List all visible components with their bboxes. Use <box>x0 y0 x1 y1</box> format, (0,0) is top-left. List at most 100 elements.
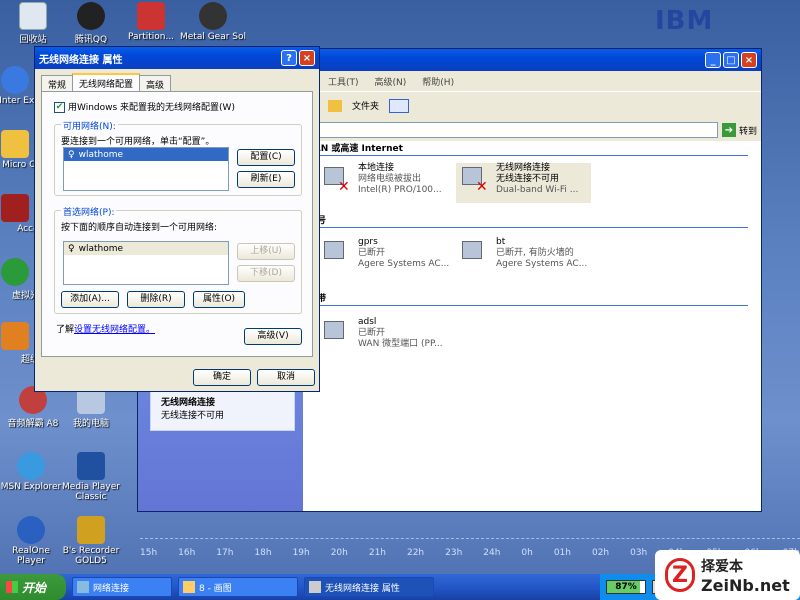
task-wireless-properties[interactable]: 无线网络连接 属性 <box>304 577 434 597</box>
recycle-bin-icon <box>19 2 47 30</box>
conn-name: gprs <box>358 237 378 247</box>
desktop-icon-bs-recorder[interactable]: B's Recorder GOLD5 <box>58 516 124 566</box>
menu-advanced[interactable]: 高级(N) <box>375 75 407 88</box>
preferred-hint: 按下面的顺序自动连接到一个可用网络: <box>61 223 218 233</box>
dialog-title: 无线网络连接 属性 <box>39 54 123 66</box>
partition-icon <box>137 2 165 30</box>
connection-wireless[interactable]: ✕ 无线网络连接 无线连接不可用 Dual-band Wi-Fi ... <box>456 163 591 203</box>
connection-bt[interactable]: bt 已断开, 有防火墙的 Agere Systems AC... <box>456 237 716 277</box>
list-item[interactable]: ♀ wlathome <box>64 148 228 161</box>
close-button[interactable]: × <box>741 52 757 68</box>
refresh-button[interactable]: 刷新(E) <box>237 171 295 188</box>
desktop-icon-qq[interactable]: 腾讯QQ <box>58 2 124 45</box>
list-item[interactable]: ♀ wlathome <box>64 242 228 255</box>
configure-button[interactable]: 配置(C) <box>237 149 295 166</box>
task-network-connections[interactable]: 网络连接 <box>72 577 172 597</box>
timeline-line <box>140 538 800 539</box>
cancel-button[interactable]: 取消 <box>257 369 315 386</box>
learn-more-link[interactable]: 设置无线网络配置。 <box>74 325 155 335</box>
available-network-list[interactable]: ♀ wlathome <box>63 147 229 191</box>
group-lan: LAN 或高速 Internet <box>308 141 748 156</box>
remove-button[interactable]: 删除(R) <box>127 291 185 308</box>
desktop-icon-partition[interactable]: Partition... <box>118 2 184 42</box>
wireless-antenna-icon: ♀ <box>68 243 75 254</box>
timeline-tick: 24h <box>483 548 501 558</box>
desktop-icon-realone[interactable]: RealOne Player <box>0 516 64 566</box>
metal-gear-icon <box>199 2 227 30</box>
menu-help[interactable]: 帮助(H) <box>422 75 454 88</box>
ie-icon <box>1 66 29 94</box>
add-button[interactable]: 添加(A)... <box>61 291 119 308</box>
broadband-icon <box>318 317 352 351</box>
conn-name: 无线网络连接 <box>496 163 551 173</box>
conn-device: WAN 微型端口 (PP... <box>358 339 443 349</box>
timeline-tick: 22h <box>406 548 425 558</box>
details-title: 无线网络连接 <box>161 398 216 408</box>
timeline-tick: 19h <box>292 548 310 558</box>
timeline-tick: 0h <box>521 548 533 558</box>
dialog-titlebar[interactable]: 无线网络连接 属性 ? × <box>35 47 319 69</box>
ok-button[interactable]: 确定 <box>193 369 251 386</box>
outlook-icon <box>1 130 29 158</box>
maximize-button[interactable]: □ <box>723 52 739 68</box>
conn-name: bt <box>496 237 506 247</box>
virtual-drive-icon <box>1 258 29 286</box>
dialog-close-button[interactable]: × <box>299 50 315 66</box>
access-icon <box>1 194 29 222</box>
conn-device: Intel(R) PRO/100... <box>358 185 442 195</box>
conn-status: 已断开 <box>358 328 386 338</box>
preferred-network-list[interactable]: ♀ wlathome <box>63 241 229 285</box>
realone-icon <box>17 516 45 544</box>
msn-butterfly-icon <box>17 452 45 480</box>
move-up-button[interactable]: 上移(U) <box>237 243 295 260</box>
wireless-properties-dialog: 无线网络连接 属性 ? × 常规 无线网络配置 高级 ✔ 用Windows 来配置… <box>34 46 320 392</box>
timeline-tick: 03h <box>630 548 648 558</box>
use-windows-row[interactable]: ✔ 用Windows 来配置我的无线网络配置(W) <box>54 100 235 113</box>
dialup-firewall-icon <box>456 237 490 271</box>
group-dialup: 拨号 <box>308 213 748 228</box>
task-paint[interactable]: 8 - 画图 <box>178 577 298 597</box>
use-windows-checkbox[interactable]: ✔ <box>54 102 65 113</box>
timeline-tick: 01h <box>553 548 571 558</box>
paint-icon <box>183 581 195 593</box>
properties-button[interactable]: 属性(O) <box>193 291 245 308</box>
wireless-config-panel: ✔ 用Windows 来配置我的无线网络配置(W) 可用网络(N): 要连接到一个… <box>41 91 313 357</box>
wireless-antenna-icon: ♀ <box>68 149 75 160</box>
learn-more-row: 了解设置无线网络配置。 <box>56 325 156 335</box>
desktop-icon-recycle-bin[interactable]: 回收站 <box>0 2 66 45</box>
available-legend: 可用网络(N): <box>61 119 118 132</box>
desktop-icon-audio-a8[interactable]: 音频解霸 A8 <box>0 386 66 429</box>
timeline-tick: 23h <box>445 548 463 558</box>
qq-penguin-icon <box>77 2 105 30</box>
battery-meter[interactable]: 87% <box>606 580 646 594</box>
timeline-tick: 02h <box>591 548 610 558</box>
media-player-icon <box>77 452 105 480</box>
views-icon[interactable] <box>389 98 410 113</box>
ibm-logo: IBM <box>655 6 714 36</box>
start-button[interactable]: 开始 <box>0 574 66 600</box>
connection-adsl[interactable]: adsl 已断开 WAN 微型端口 (PP... <box>318 317 578 357</box>
available-hint: 要连接到一个可用网络，单击“配置”。 <box>61 137 215 147</box>
help-button[interactable]: ? <box>281 50 297 66</box>
preferred-networks-group: 首选网络(P): 按下面的顺序自动连接到一个可用网络: ♀ wlathome 上移… <box>54 205 302 314</box>
details-status: 无线连接不可用 <box>161 411 225 421</box>
available-networks-group: 可用网络(N): 要连接到一个可用网络，单击“配置”。 ♀ wlathome 配置… <box>54 119 302 196</box>
conn-device: Agere Systems AC... <box>358 259 450 269</box>
desktop-icon-my-computer[interactable]: 我的电脑 <box>58 386 124 429</box>
folders-button[interactable]: 文件夹 <box>352 99 379 112</box>
timeline-tick: 16h <box>178 548 196 558</box>
desktop-icon-metal-gear[interactable]: Metal Gear Solid <box>180 2 246 42</box>
desktop-icon-msn[interactable]: MSN Explorer <box>0 452 64 492</box>
wireless-disconnected-icon: ✕ <box>456 163 490 197</box>
desktop-icon-media-player-classic[interactable]: Media Player Classic <box>58 452 124 502</box>
windows-logo-icon <box>6 581 18 593</box>
bs-recorder-icon <box>77 516 105 544</box>
conn-device: Agere Systems AC... <box>496 259 588 269</box>
move-down-button[interactable]: 下移(D) <box>237 265 295 282</box>
details-panel: 无线网络连接 无线连接不可用 <box>150 389 295 431</box>
use-windows-label: 用Windows 来配置我的无线网络配置(W) <box>68 103 235 113</box>
minimize-button[interactable]: _ <box>705 52 721 68</box>
go-button[interactable]: ➔ 转到 <box>721 123 757 137</box>
advanced-button[interactable]: 高级(V) <box>244 328 302 345</box>
menu-tools[interactable]: 工具(T) <box>328 75 359 88</box>
